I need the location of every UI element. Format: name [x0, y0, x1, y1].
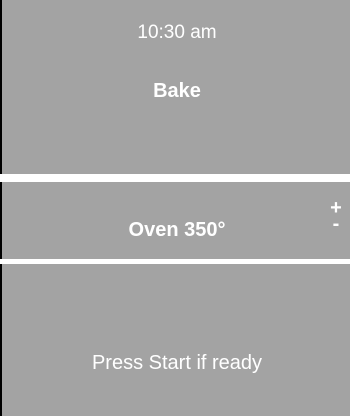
- cooking-mode-label: Bake: [153, 80, 201, 102]
- prompt-panel: Press Start if ready: [0, 264, 350, 416]
- oven-temperature-label: Oven 350°: [128, 219, 226, 241]
- temperature-panel: Oven 350° + -: [0, 182, 350, 259]
- ready-prompt-message: Press Start if ready: [91, 352, 263, 374]
- status-panel: 10:30 am Bake: [0, 0, 350, 174]
- clock-time: 10:30 am: [137, 22, 217, 43]
- oven-control-display: 10:30 am Bake Oven 350° + - Press Start …: [0, 0, 350, 416]
- temperature-decrease-button[interactable]: -: [326, 214, 346, 234]
